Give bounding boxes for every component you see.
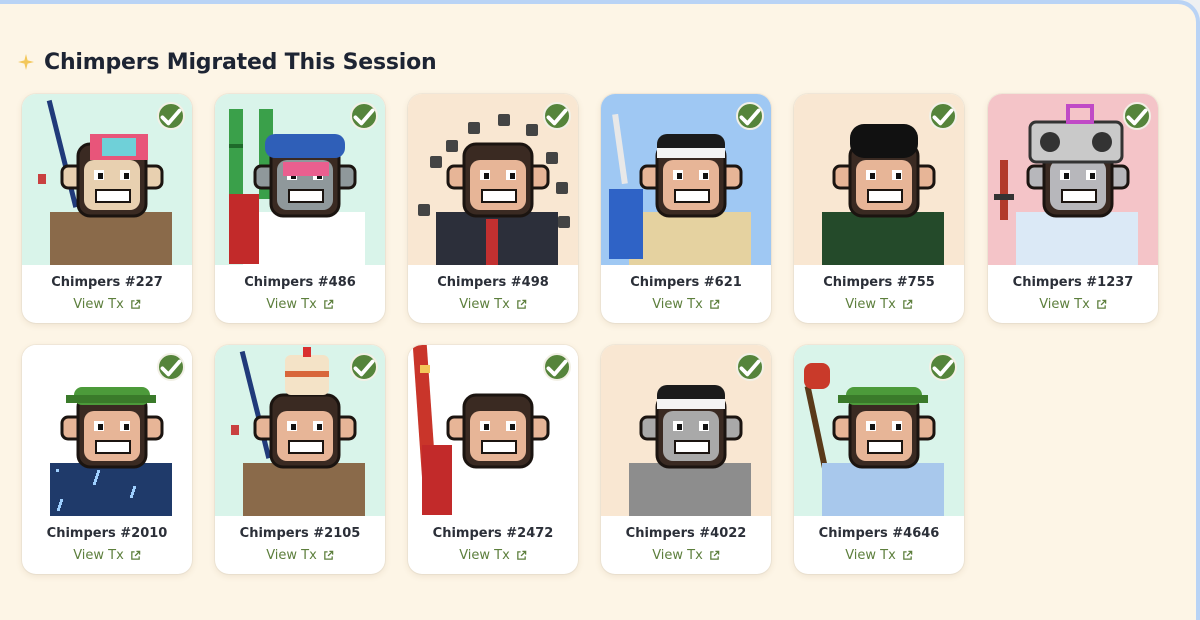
check-icon: [350, 102, 378, 130]
section-title: Chimpers Migrated This Session: [44, 49, 437, 75]
nft-card: Chimpers #486 View Tx: [215, 94, 385, 323]
nft-image[interactable]: [601, 94, 771, 265]
view-tx-link[interactable]: View Tx: [215, 297, 385, 312]
view-tx-label: View Tx: [845, 548, 896, 563]
external-link-icon: [710, 550, 720, 560]
external-link-icon: [710, 299, 720, 309]
check-icon: [543, 353, 571, 381]
check-icon: [736, 102, 764, 130]
external-link-icon: [324, 550, 334, 560]
nft-image[interactable]: [601, 345, 771, 516]
nft-image[interactable]: [794, 345, 964, 516]
check-icon: [350, 353, 378, 381]
external-link-icon: [903, 550, 913, 560]
external-link-icon: [1097, 299, 1107, 309]
external-link-icon: [131, 550, 141, 560]
nft-name: Chimpers #486: [244, 275, 356, 290]
view-tx-label: View Tx: [73, 548, 124, 563]
view-tx-label: View Tx: [652, 548, 703, 563]
sparkle-icon: [18, 54, 34, 70]
view-tx-link[interactable]: View Tx: [408, 548, 578, 563]
nft-name: Chimpers #4022: [625, 526, 747, 541]
check-icon: [157, 102, 185, 130]
nft-image[interactable]: [22, 345, 192, 516]
view-tx-link[interactable]: View Tx: [988, 297, 1158, 312]
view-tx-label: View Tx: [1039, 297, 1090, 312]
nft-name: Chimpers #498: [437, 275, 549, 290]
nft-image[interactable]: [794, 94, 964, 265]
nft-card: Chimpers #4646 View Tx: [794, 345, 964, 574]
external-link-icon: [517, 299, 527, 309]
view-tx-label: View Tx: [266, 297, 317, 312]
nft-name: Chimpers #4646: [818, 526, 940, 541]
view-tx-link[interactable]: View Tx: [215, 548, 385, 563]
check-icon: [157, 353, 185, 381]
nft-card: Chimpers #498 View Tx: [408, 94, 578, 323]
nft-image[interactable]: [988, 94, 1158, 265]
view-tx-label: View Tx: [459, 297, 510, 312]
nft-card: Chimpers #4022 View Tx: [601, 345, 771, 574]
nft-name: Chimpers #621: [630, 275, 742, 290]
view-tx-label: View Tx: [73, 297, 124, 312]
external-link-icon: [903, 299, 913, 309]
nft-name: Chimpers #755: [823, 275, 935, 290]
nft-image[interactable]: [215, 94, 385, 265]
external-link-icon: [517, 550, 527, 560]
nft-card: Chimpers #2010 View Tx: [22, 345, 192, 574]
nft-card: Chimpers #2472 View Tx: [408, 345, 578, 574]
view-tx-link[interactable]: View Tx: [601, 548, 771, 563]
view-tx-link[interactable]: View Tx: [794, 297, 964, 312]
view-tx-link[interactable]: View Tx: [601, 297, 771, 312]
nft-name: Chimpers #227: [51, 275, 163, 290]
external-link-icon: [324, 299, 334, 309]
nft-card: Chimpers #2105 View Tx: [215, 345, 385, 574]
nft-card: Chimpers #621 View Tx: [601, 94, 771, 323]
view-tx-label: View Tx: [266, 548, 317, 563]
nft-name: Chimpers #1237: [1012, 275, 1134, 290]
section-heading: Chimpers Migrated This Session: [18, 46, 437, 78]
check-icon: [929, 102, 957, 130]
check-icon: [543, 102, 571, 130]
nft-card: Chimpers #227 View Tx: [22, 94, 192, 323]
nft-image[interactable]: [408, 345, 578, 516]
migrated-panel: Chimpers Migrated This Session Chimpers …: [0, 0, 1200, 620]
view-tx-label: View Tx: [845, 297, 896, 312]
view-tx-link[interactable]: View Tx: [408, 297, 578, 312]
nft-name: Chimpers #2472: [432, 526, 554, 541]
nft-name: Chimpers #2010: [46, 526, 168, 541]
view-tx-link[interactable]: View Tx: [794, 548, 964, 563]
check-icon: [736, 353, 764, 381]
check-icon: [1123, 102, 1151, 130]
nft-image[interactable]: [22, 94, 192, 265]
external-link-icon: [131, 299, 141, 309]
nft-image[interactable]: [215, 345, 385, 516]
nft-name: Chimpers #2105: [239, 526, 361, 541]
view-tx-label: View Tx: [459, 548, 510, 563]
check-icon: [929, 353, 957, 381]
view-tx-link[interactable]: View Tx: [22, 548, 192, 563]
nft-card: Chimpers #755 View Tx: [794, 94, 964, 323]
nft-image[interactable]: [408, 94, 578, 265]
view-tx-link[interactable]: View Tx: [22, 297, 192, 312]
view-tx-label: View Tx: [652, 297, 703, 312]
nft-card: Chimpers #1237 View Tx: [988, 94, 1158, 323]
